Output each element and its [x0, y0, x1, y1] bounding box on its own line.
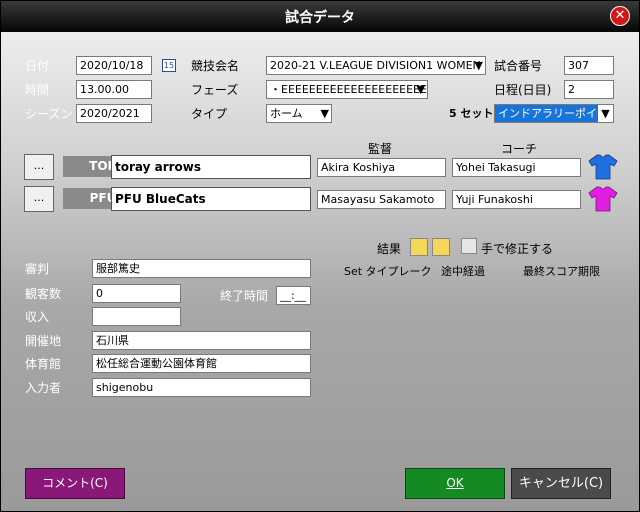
team1-coach-field[interactable]: Akira Koshiya: [317, 158, 446, 177]
competition-select[interactable]: 2020-21 V.LEAGUE DIVISION1 WOMEN ▼: [266, 56, 486, 75]
comment-button[interactable]: コメント(C): [25, 468, 125, 499]
team2-assistant-field[interactable]: Yuji Funakoshi: [452, 190, 581, 209]
phase-label: フェーズ: [191, 83, 239, 97]
competition-value: 2020-21 V.LEAGUE DIVISION1 WOMEN: [270, 59, 481, 72]
result-label: 結果: [377, 242, 402, 256]
time-field[interactable]: 13.00.00: [76, 80, 152, 99]
manual-correction-label: 手で修正する: [481, 242, 554, 256]
income-label: 収入: [25, 310, 50, 324]
entered-by-label: 入力者: [25, 381, 62, 395]
season-field[interactable]: 2020/2021: [76, 104, 152, 123]
calendar-icon[interactable]: 15: [162, 59, 176, 72]
sets-mode-select[interactable]: インドアラリーポイント ▼: [494, 104, 614, 123]
team1-browse-button[interactable]: ...: [24, 154, 54, 180]
type-select[interactable]: ホーム ▼: [266, 104, 332, 123]
referee-label: 審判: [25, 262, 50, 276]
team2-coach-field[interactable]: Masayasu Sakamoto: [317, 190, 446, 209]
sets-label: 5 セット: [449, 107, 494, 120]
referee-field[interactable]: 服部篤史: [92, 259, 311, 278]
set-tiebreak-label: Set タイプレーク: [344, 265, 432, 278]
gym-field[interactable]: 松任総合運動公園体育館: [92, 354, 311, 373]
date-field[interactable]: 2020/10/18: [76, 56, 152, 75]
chevron-down-icon: ▼: [320, 107, 329, 120]
team1-assistant-field[interactable]: Yohei Takasugi: [452, 158, 581, 177]
phase-value: ・EEEEEEEEEEEEEEEEEEEEEI: [270, 83, 428, 96]
team1-name-field[interactable]: toray arrows: [111, 155, 311, 179]
type-value: ホーム: [270, 107, 303, 120]
gym-label: 体育館: [25, 357, 62, 371]
result-box-2[interactable]: [432, 238, 450, 256]
spectators-label: 観客数: [25, 287, 62, 301]
end-time-field[interactable]: __:__: [276, 286, 311, 305]
date-label: 日付: [25, 59, 50, 73]
ok-button[interactable]: OK: [405, 468, 505, 499]
assistant-column-header: コーチ: [501, 142, 538, 156]
team1-shirt-icon[interactable]: [588, 154, 618, 180]
end-time-label: 終了時間: [220, 289, 269, 303]
entered-by-field[interactable]: shigenobu: [92, 378, 311, 397]
midway-label: 途中経過: [441, 265, 485, 278]
schedule-label: 日程(日目): [494, 83, 552, 97]
match-no-label: 試合番号: [494, 59, 543, 73]
sets-mode-value: インドアラリーポイント: [498, 107, 614, 120]
type-label: タイプ: [191, 107, 228, 121]
spectators-field[interactable]: 0: [92, 284, 181, 303]
close-icon[interactable]: ✕: [610, 6, 630, 26]
chevron-down-icon: ▼: [474, 59, 483, 72]
competition-label: 競技会名: [191, 59, 240, 73]
income-field[interactable]: [92, 307, 181, 326]
season-label: シーズン: [25, 107, 73, 121]
chevron-down-icon: ▼: [598, 105, 613, 122]
team2-name-field[interactable]: PFU BlueCats: [111, 187, 311, 211]
match-data-dialog: 試合データ ✕ 日付 2020/10/18 15 競技会名 2020-21 V.…: [0, 0, 640, 512]
manual-correction-checkbox[interactable]: [461, 238, 477, 254]
cancel-button[interactable]: キャンセル(C): [511, 468, 611, 499]
ok-label: OK: [446, 476, 464, 490]
dialog-title: 試合データ: [285, 10, 355, 26]
final-score-label: 最終スコア期限: [523, 265, 600, 278]
chevron-down-icon: ▼: [416, 83, 425, 96]
team2-shirt-icon[interactable]: [588, 186, 618, 212]
venue-city-label: 開催地: [25, 334, 62, 348]
coach-column-header: 監督: [368, 142, 393, 156]
schedule-field[interactable]: 2: [564, 80, 614, 99]
result-box-1[interactable]: [410, 238, 428, 256]
venue-city-field[interactable]: 石川県: [92, 331, 311, 350]
match-no-field[interactable]: 307: [564, 56, 614, 75]
phase-select[interactable]: ・EEEEEEEEEEEEEEEEEEEEEI ▼: [266, 80, 428, 99]
team2-browse-button[interactable]: ...: [24, 186, 54, 212]
title-bar: 試合データ ✕: [1, 1, 639, 32]
time-label: 時間: [25, 83, 50, 97]
